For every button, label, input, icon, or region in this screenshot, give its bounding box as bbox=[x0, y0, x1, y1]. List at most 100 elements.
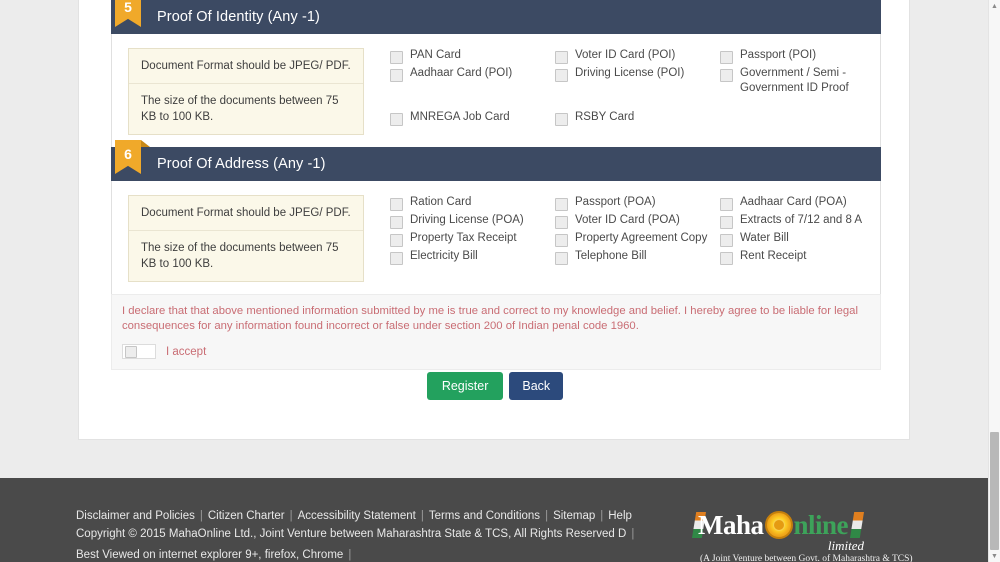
checkbox-option[interactable]: PAN Card bbox=[390, 48, 555, 66]
logo-text-nline: nline bbox=[793, 509, 849, 540]
checkbox-icon[interactable] bbox=[390, 234, 403, 247]
checkbox-icon[interactable] bbox=[555, 234, 568, 247]
footer-link-disclaimer[interactable]: Disclaimer and Policies bbox=[76, 510, 195, 522]
page-background: 5 Proof Of Identity (Any -1) Document Fo… bbox=[0, 0, 988, 478]
footer-link-terms[interactable]: Terms and Conditions bbox=[429, 510, 540, 522]
checkbox-label: Property Tax Receipt bbox=[410, 232, 517, 244]
logo-tagline: (A Joint Venture between Govt. of Mahara… bbox=[700, 554, 913, 562]
back-button[interactable]: Back bbox=[509, 372, 564, 400]
checkbox-label: Water Bill bbox=[740, 232, 789, 244]
checkbox-option[interactable]: Driving License (POI) bbox=[555, 66, 720, 96]
accept-label: I accept bbox=[166, 345, 207, 358]
footer-separator: | bbox=[348, 549, 352, 561]
checkbox-option[interactable]: RSBY Card bbox=[555, 110, 720, 128]
register-button[interactable]: Register bbox=[426, 372, 504, 400]
footer-links: Disclaimer and Policies | Citizen Charter |… bbox=[76, 510, 632, 522]
checkbox-label: Voter ID Card (POI) bbox=[575, 49, 676, 61]
checkbox-option[interactable]: Government / Semi - Government ID Proof bbox=[720, 66, 864, 96]
footer-best-viewed-row: Best Viewed on internet explorer 9+, fir… bbox=[76, 549, 356, 561]
document-format-note: Document Format should be JPEG/ PDF. The… bbox=[128, 195, 364, 282]
footer-link-citizen-charter[interactable]: Citizen Charter bbox=[208, 510, 285, 522]
checkbox-icon[interactable] bbox=[555, 113, 568, 126]
note-size: The size of the documents between 75 KB … bbox=[129, 83, 363, 134]
checkbox-icon[interactable] bbox=[720, 252, 733, 265]
checkbox-icon[interactable] bbox=[555, 252, 568, 265]
accept-row[interactable]: I accept bbox=[122, 344, 870, 359]
checkbox-option[interactable]: MNREGA Job Card bbox=[390, 110, 555, 128]
checkbox-option[interactable]: Passport (POA) bbox=[555, 195, 720, 213]
section-header-proof-of-identity: 5 Proof Of Identity (Any -1) bbox=[111, 0, 881, 34]
checkbox-icon[interactable] bbox=[390, 252, 403, 265]
footer-separator: | bbox=[420, 510, 424, 522]
checkbox-option[interactable]: Aadhaar Card (POI) bbox=[390, 66, 555, 96]
checkbox-option[interactable]: Ration Card bbox=[390, 195, 555, 213]
declaration-box: I declare that that above mentioned info… bbox=[111, 294, 881, 370]
mahaonline-logo[interactable]: Maha nline limited (A Joint Venture betwe… bbox=[692, 509, 913, 562]
footer-best-viewed: Best Viewed on internet explorer 9+, fir… bbox=[76, 549, 344, 561]
checkbox-option[interactable]: Voter ID Card (POI) bbox=[555, 48, 720, 66]
checkbox-icon[interactable] bbox=[390, 113, 403, 126]
scroll-down-arrow-icon[interactable]: ▼ bbox=[989, 550, 1000, 562]
checkbox-option[interactable]: Property Tax Receipt bbox=[390, 231, 555, 249]
footer-copyright-row: Copyright © 2015 MahaOnline Ltd., Joint … bbox=[76, 528, 639, 540]
sun-icon bbox=[764, 511, 793, 539]
checkbox-icon[interactable] bbox=[390, 51, 403, 64]
checkbox-option[interactable]: Driving License (POA) bbox=[390, 213, 555, 231]
checkbox-option[interactable]: Aadhaar Card (POA) bbox=[720, 195, 864, 213]
checkbox-icon[interactable] bbox=[555, 51, 568, 64]
checkbox-label: Passport (POA) bbox=[575, 196, 656, 208]
checkbox-label: Driving License (POI) bbox=[575, 67, 685, 79]
page-scrollbar[interactable]: ▲ ▼ bbox=[988, 0, 1000, 562]
checkbox-option[interactable]: Passport (POI) bbox=[720, 48, 864, 66]
checkbox-option[interactable]: Extracts of 7/12 and 8 A bbox=[720, 213, 864, 231]
document-format-note: Document Format should be JPEG/ PDF. The… bbox=[128, 48, 364, 135]
footer-separator: | bbox=[545, 510, 549, 522]
checkbox-label: Ration Card bbox=[410, 196, 472, 208]
form-actions: Register Back bbox=[79, 372, 911, 400]
section-title: Proof Of Identity (Any -1) bbox=[157, 9, 320, 25]
footer-link-help[interactable]: Help bbox=[608, 510, 632, 522]
checkbox-label: Extracts of 7/12 and 8 A bbox=[740, 214, 863, 226]
checkbox-label: MNREGA Job Card bbox=[410, 111, 510, 123]
checkbox-label: Rent Receipt bbox=[740, 250, 807, 262]
checkbox-label: PAN Card bbox=[410, 49, 461, 61]
checkbox-icon[interactable] bbox=[720, 51, 733, 64]
accept-checkbox-icon[interactable] bbox=[125, 345, 137, 358]
proof-of-identity-options: PAN Card Voter ID Card (POI) Passport (P… bbox=[390, 48, 864, 135]
checkbox-icon[interactable] bbox=[720, 198, 733, 211]
checkbox-icon[interactable] bbox=[555, 69, 568, 82]
checkbox-icon[interactable] bbox=[555, 216, 568, 229]
section-proof-of-address: 6 Proof Of Address (Any -1) Document For… bbox=[111, 140, 881, 297]
checkbox-label: RSBY Card bbox=[575, 111, 635, 123]
footer-separator: | bbox=[600, 510, 604, 522]
checkbox-icon[interactable] bbox=[720, 69, 733, 82]
scrollbar-thumb[interactable] bbox=[990, 432, 999, 550]
checkbox-option[interactable]: Telephone Bill bbox=[555, 249, 720, 267]
section-number-badge: 6 bbox=[115, 140, 141, 174]
checkbox-option[interactable]: Property Agreement Copy bbox=[555, 231, 720, 249]
checkbox-icon[interactable] bbox=[390, 198, 403, 211]
checkbox-option[interactable]: Voter ID Card (POA) bbox=[555, 213, 720, 231]
checkbox-icon[interactable] bbox=[390, 69, 403, 82]
footer-separator: | bbox=[631, 528, 635, 540]
form-container: 5 Proof Of Identity (Any -1) Document Fo… bbox=[78, 0, 910, 440]
footer-link-sitemap[interactable]: Sitemap bbox=[553, 510, 595, 522]
checkbox-icon[interactable] bbox=[720, 234, 733, 247]
checkbox-label: Property Agreement Copy bbox=[575, 232, 708, 244]
checkbox-option[interactable]: Electricity Bill bbox=[390, 249, 555, 267]
checkbox-option[interactable]: Water Bill bbox=[720, 231, 864, 249]
site-footer: Disclaimer and Policies | Citizen Charter |… bbox=[0, 478, 988, 562]
checkbox-label: Aadhaar Card (POI) bbox=[410, 67, 513, 79]
section-header-proof-of-address: 6 Proof Of Address (Any -1) bbox=[111, 140, 881, 181]
checkbox-option[interactable]: Rent Receipt bbox=[720, 249, 864, 267]
checkbox-icon[interactable] bbox=[555, 198, 568, 211]
checkbox-label: Aadhaar Card (POA) bbox=[740, 196, 847, 208]
accept-checkbox-wrapper[interactable] bbox=[122, 344, 156, 359]
checkbox-icon[interactable] bbox=[720, 216, 733, 229]
checkbox-icon[interactable] bbox=[390, 216, 403, 229]
scroll-up-arrow-icon[interactable]: ▲ bbox=[989, 0, 1000, 12]
checkbox-label: Government / Semi - Government ID Proof bbox=[740, 67, 849, 94]
footer-link-accessibility[interactable]: Accessibility Statement bbox=[298, 510, 416, 522]
logo-text-maha: Maha bbox=[698, 509, 764, 540]
checkbox-label: Telephone Bill bbox=[575, 250, 647, 262]
